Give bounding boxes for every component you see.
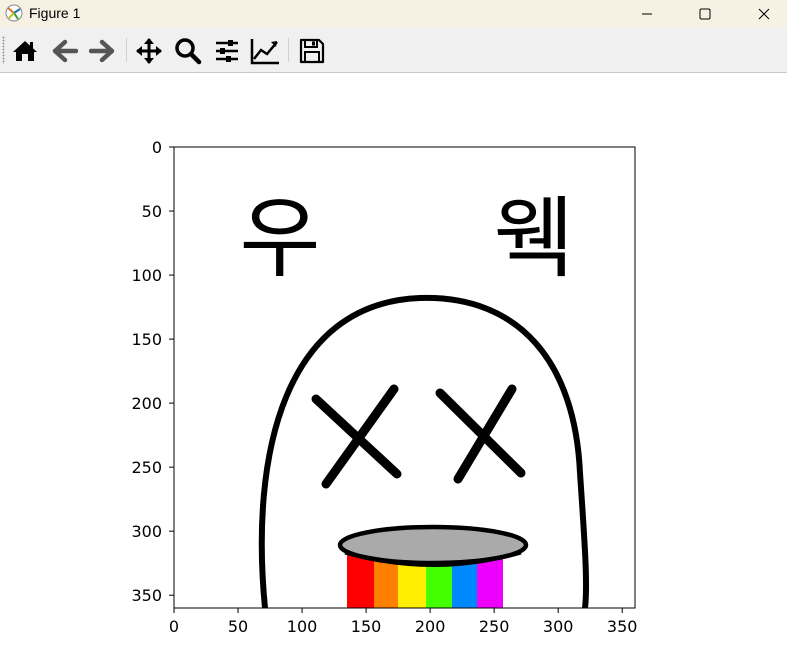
- pan-button[interactable]: [134, 36, 164, 66]
- y-tick-label: 100: [131, 266, 162, 285]
- save-floppy-icon: [299, 38, 325, 64]
- close-button[interactable]: [741, 0, 787, 28]
- y-tick-label: 200: [131, 394, 162, 413]
- zoom-magnifier-icon: [175, 38, 202, 65]
- home-button[interactable]: [10, 36, 40, 66]
- back-arrow-icon: [52, 39, 78, 63]
- x-tick-label: 350: [607, 617, 638, 636]
- x-tick-label: 0: [169, 617, 179, 636]
- korean-text-left: 우: [240, 187, 321, 290]
- back-button[interactable]: [50, 36, 80, 66]
- y-tick-label: 0: [152, 138, 162, 157]
- save-button[interactable]: [297, 36, 327, 66]
- y-tick-label: 50: [142, 202, 162, 221]
- window-title: Figure 1: [29, 5, 81, 21]
- x-tick-label: 200: [415, 617, 446, 636]
- maximize-icon: [699, 8, 711, 20]
- toolbar-grip[interactable]: [2, 36, 5, 64]
- image-content: 우 웩: [174, 147, 635, 609]
- minimize-icon: [642, 13, 652, 15]
- navigation-toolbar: [0, 28, 787, 73]
- edit-axis-button[interactable]: [250, 36, 280, 66]
- x-tick-label: 300: [543, 617, 574, 636]
- x-tick-label: 100: [287, 617, 318, 636]
- figure-canvas[interactable]: 우 웩 0 50 100 150 200 250 300 350 0 50 10…: [0, 73, 787, 667]
- forward-arrow-icon: [89, 39, 115, 63]
- toolbar-separator: [126, 38, 127, 62]
- y-axis-ticks: 0 50 100 150 200 250 300 350: [131, 138, 174, 605]
- plot-area: 우 웩 0 50 100 150 200 250 300 350 0501001…: [131, 138, 638, 636]
- y-tick-label: 350: [131, 586, 162, 605]
- minimize-button[interactable]: [624, 0, 670, 28]
- maximize-button[interactable]: [682, 0, 728, 28]
- x-axis-ticks: 0 50 100 150 200 250 300 350: [169, 608, 638, 636]
- x-tick-label: 50: [228, 617, 248, 636]
- toolbar-separator: [288, 38, 289, 62]
- matplotlib-icon: [5, 4, 23, 22]
- forward-button[interactable]: [87, 36, 117, 66]
- korean-text-right: 웩: [494, 187, 575, 290]
- close-icon: [758, 8, 770, 20]
- title-bar: Figure 1: [0, 0, 787, 28]
- zoom-button[interactable]: [173, 36, 203, 66]
- y-tick-label: 150: [131, 330, 162, 349]
- configure-subplots-icon: [216, 40, 238, 62]
- x-tick-label: 150: [351, 617, 382, 636]
- x-tick-label: 250: [479, 617, 510, 636]
- y-tick-label: 300: [131, 522, 162, 541]
- home-icon: [13, 41, 37, 61]
- configure-subplots-button[interactable]: [212, 36, 242, 66]
- y-tick-label: 250: [131, 458, 162, 477]
- pan-move-icon: [136, 38, 162, 64]
- edit-axis-icon: [250, 39, 279, 65]
